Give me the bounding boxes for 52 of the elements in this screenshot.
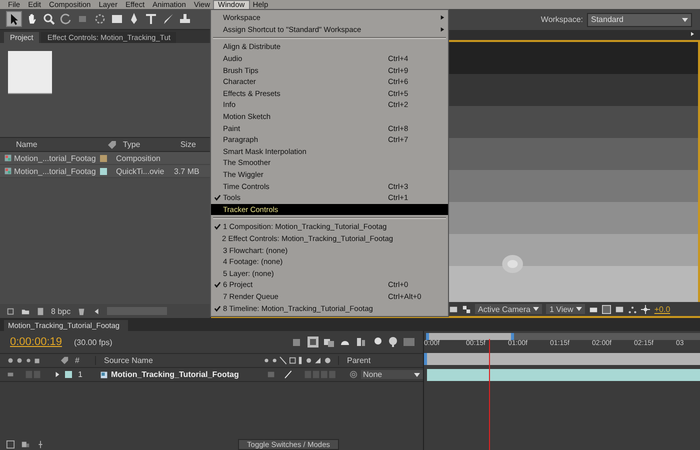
dropdown-arrow-icon <box>681 16 689 24</box>
file-icon <box>4 154 12 162</box>
folder-icon[interactable] <box>21 306 30 316</box>
label-tag-icon[interactable] <box>107 140 117 150</box>
zoom-tool-icon[interactable] <box>42 12 56 26</box>
bit-depth-label[interactable]: 8 bpc <box>51 306 71 316</box>
time-navigator[interactable] <box>426 333 700 340</box>
file-type: Composition <box>116 154 162 162</box>
thumbnail-preview <box>8 51 52 94</box>
column-header[interactable]: Size <box>174 140 210 149</box>
footage-icon <box>100 370 108 378</box>
checkmark-icon <box>214 223 220 230</box>
file-name[interactable]: Motion_...torial_Footag <box>12 154 96 162</box>
checkmark-icon <box>214 304 220 312</box>
expand-arrow-icon[interactable] <box>54 371 61 378</box>
view-layout-dropdown[interactable]: 1 View <box>546 304 586 314</box>
parent-dropdown[interactable]: None <box>361 370 423 379</box>
dropdown-arrow-icon <box>532 305 540 313</box>
camera-dropdown[interactable]: Active Camera <box>475 304 542 314</box>
label-color-swatch[interactable] <box>65 371 72 378</box>
file-size: 3.7 MB <box>173 166 200 176</box>
layer-number: 1 <box>77 370 84 379</box>
transparency-grid-icon[interactable] <box>462 304 471 314</box>
frame-rate: (30.00 fps) <box>74 338 112 346</box>
column-header[interactable]: Type <box>122 140 174 149</box>
rotate-tool-icon[interactable] <box>59 12 73 26</box>
rectangle-tool-icon[interactable] <box>110 12 124 26</box>
dropdown-arrow-icon <box>413 370 421 378</box>
current-time[interactable]: 0:00:00:19 <box>10 336 62 348</box>
trash-icon[interactable] <box>76 306 86 316</box>
column-header: # <box>74 356 80 365</box>
column-header[interactable]: Name <box>4 140 104 149</box>
nodes-icon[interactable] <box>628 304 638 314</box>
column-header[interactable]: Parent <box>338 356 371 365</box>
exposure-value[interactable]: +0.0 <box>654 304 670 314</box>
submenu-arrow-icon <box>440 15 444 20</box>
file-icon <box>4 167 12 175</box>
file-name[interactable]: Motion_...torial_Footag <box>12 166 96 176</box>
column-header[interactable]: Source Name <box>95 356 254 365</box>
file-type: QuickTi...ovie <box>116 166 166 176</box>
workspace-label: Workspace: <box>540 15 583 24</box>
fast-preview-icon[interactable] <box>602 304 612 314</box>
submenu-arrow-icon <box>440 26 444 32</box>
selection-tool-icon[interactable] <box>6 11 22 27</box>
label-tag-icon <box>60 356 69 365</box>
layer-name[interactable]: Motion_Tracking_Tutorial_Footag <box>108 370 259 379</box>
checkmark-icon <box>214 194 220 202</box>
workspace-dropdown[interactable]: Standard <box>587 12 692 26</box>
type-tool-icon[interactable] <box>144 12 158 26</box>
checkmark-icon <box>214 281 220 288</box>
brush-tool-icon[interactable] <box>161 12 175 26</box>
dropdown-arrow-icon <box>575 305 584 313</box>
